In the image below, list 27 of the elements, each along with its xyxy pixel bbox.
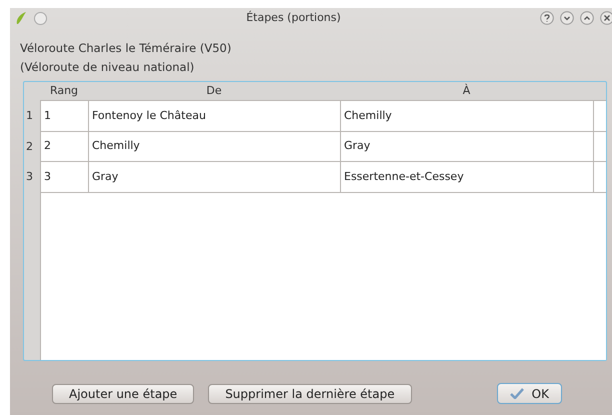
maximize-icon[interactable]: [580, 11, 594, 25]
table-cell: Essertenne-et-Cessey: [341, 162, 594, 192]
action-button[interactable]: Ajouter une étape: [52, 384, 194, 404]
table-cell: Chemilly: [89, 132, 341, 161]
window-title: Étapes (portions): [245, 10, 342, 26]
row-header[interactable]: 2: [24, 130, 40, 161]
close-icon[interactable]: [600, 11, 612, 25]
column-header[interactable]: Rang: [40, 82, 88, 100]
row-header[interactable]: 1: [24, 100, 40, 130]
table-cell: Fontenoy le Château: [89, 101, 341, 130]
table-cell: 1: [41, 101, 89, 130]
table-cell: Chemilly: [341, 101, 594, 130]
route-heading: Véloroute Charles le Téméraire (V50): [20, 40, 232, 57]
table-cell: 2: [41, 132, 89, 161]
checkmark-icon: [510, 388, 524, 399]
table-cell: Gray: [89, 162, 341, 192]
app-logo-icon: [14, 11, 28, 25]
help-icon[interactable]: [540, 11, 554, 25]
table-cell: Gray: [341, 132, 594, 161]
table-cell: 3: [41, 162, 89, 192]
minimize-icon[interactable]: [560, 11, 574, 25]
route-subheading: (Véloroute de niveau national): [20, 59, 196, 76]
action-button[interactable]: Supprimer la dernière étape: [208, 384, 412, 404]
column-header[interactable]: À: [340, 82, 593, 100]
row-header[interactable]: 3: [24, 161, 40, 192]
column-header[interactable]: De: [88, 82, 340, 100]
ok-button[interactable]: OK: [496, 383, 562, 404]
